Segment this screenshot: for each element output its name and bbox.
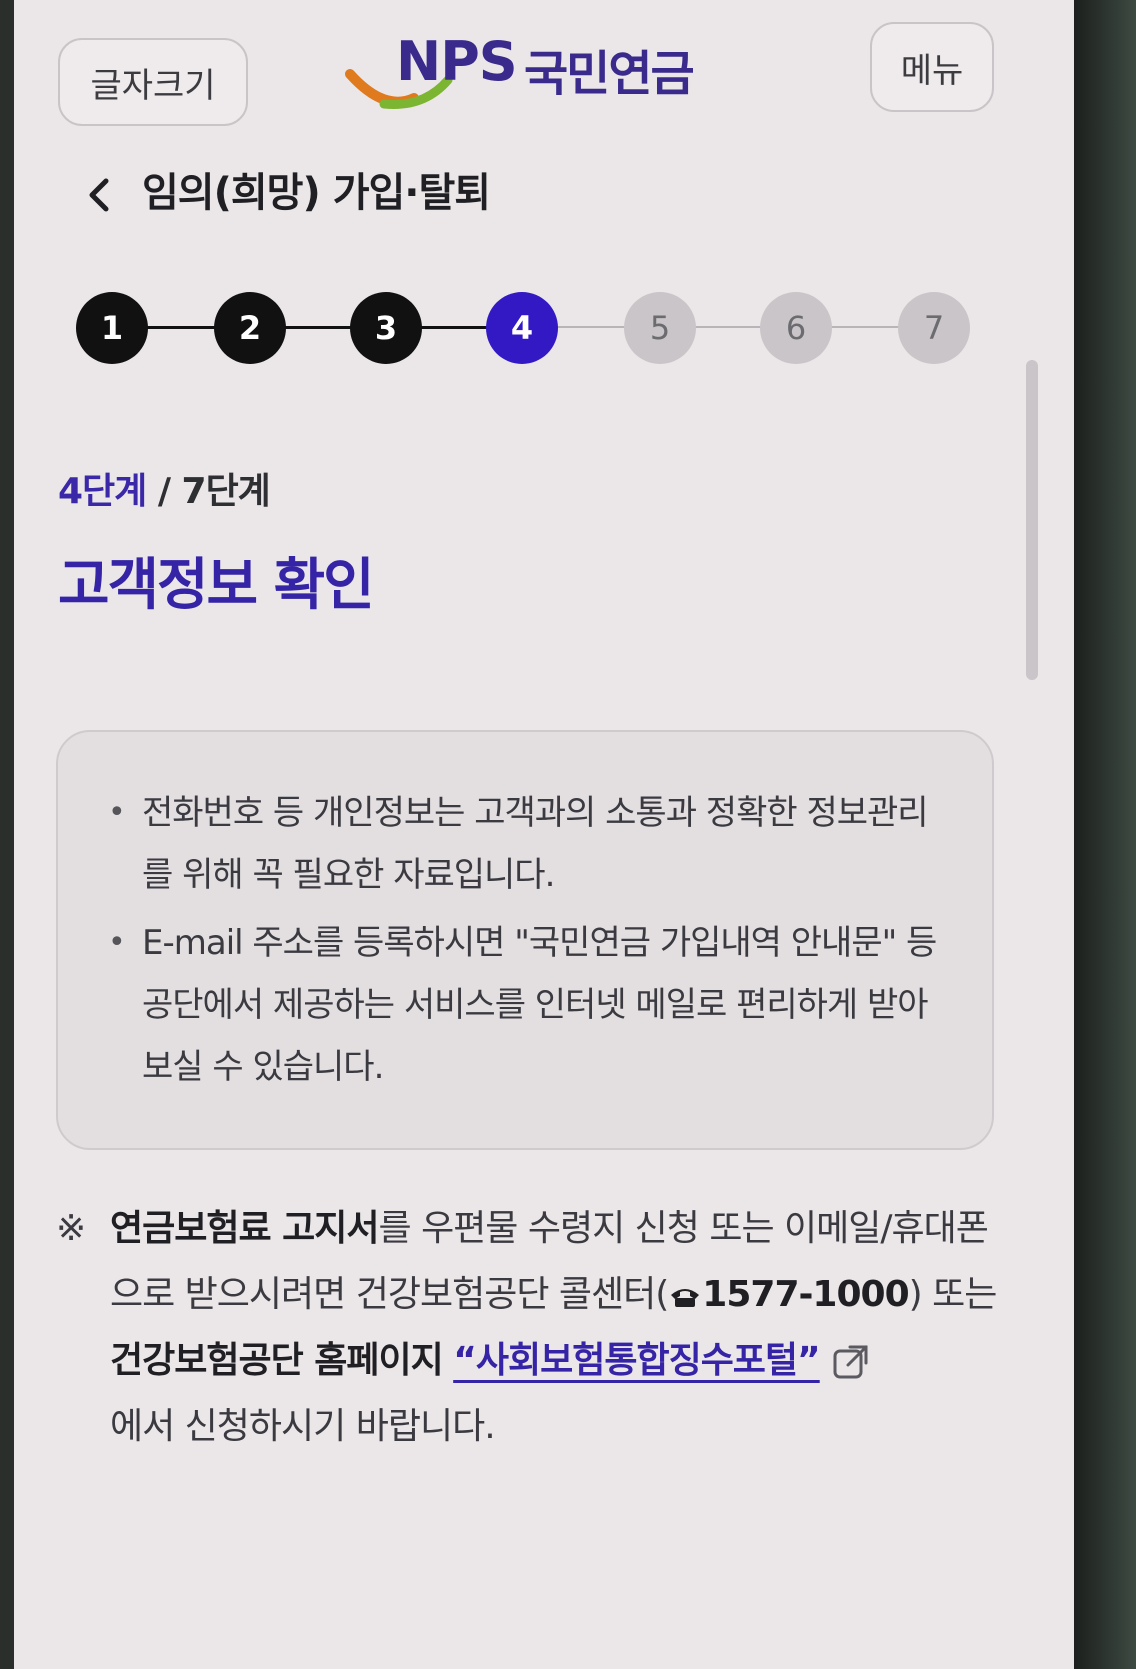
total-step-label: 7단계 (181, 471, 271, 512)
bullet-icon: • (108, 925, 126, 960)
step-connector-todo (522, 326, 952, 328)
step-7: 7 (898, 292, 970, 364)
phone-icon (671, 1289, 700, 1307)
step-5: 5 (624, 292, 696, 364)
info-item-text: 전화번호 등 개인정보는 고객과의 소통과 정확한 정보관리를 위해 꼭 필요한… (142, 793, 929, 895)
step-progress-label: 4단계 / 7단계 (58, 462, 271, 514)
step-2: 2 (214, 292, 286, 364)
step-6: 6 (760, 292, 832, 364)
notice-text-3: 에서 신청하시기 바랍니다. (110, 1406, 496, 1447)
page-title: 임의(희망) 가입·탈퇴 (142, 170, 491, 216)
logo-name: 국민연금 (524, 46, 695, 102)
call-center-phone[interactable]: 1577-1000 (702, 1274, 909, 1315)
step-connector-done (112, 326, 522, 329)
device-edge (1074, 0, 1136, 1669)
notice-text-2: ) 또는 (908, 1274, 998, 1315)
screen: 글자크기 NPS 국민연금 메뉴 임의(희망) 가입·탈퇴 1 2 3 4 5 … (14, 0, 1074, 1669)
notice-mark: ※ (56, 1208, 86, 1249)
font-size-button[interactable]: 글자크기 (58, 38, 248, 126)
notice-bold-homepage: 건강보험공단 홈페이지 (110, 1340, 444, 1381)
section-title: 고객정보 확인 (58, 553, 375, 618)
step-1: 1 (76, 292, 148, 364)
info-item-text: E-mail 주소를 등록하시면 "국민연금 가입내역 안내문" 등 공단에서 … (142, 923, 937, 1087)
back-button[interactable] (74, 160, 124, 230)
logo-brand: NPS (396, 30, 518, 93)
info-item: • 전화번호 등 개인정보는 고객과의 소통과 정확한 정보관리를 위해 꼭 필요… (108, 782, 952, 906)
info-item: • E-mail 주소를 등록하시면 "국민연금 가입내역 안내문" 등 공단에서… (108, 912, 952, 1098)
step-4: 4 (486, 292, 558, 364)
chevron-left-icon (89, 178, 109, 212)
external-link-icon[interactable] (832, 1343, 870, 1381)
nps-logo[interactable]: NPS 국민연금 (344, 30, 754, 120)
info-box: • 전화번호 등 개인정보는 고객과의 소통과 정확한 정보관리를 위해 꼭 필요… (56, 730, 994, 1150)
menu-button[interactable]: 메뉴 (870, 22, 994, 112)
bullet-icon: • (108, 795, 126, 830)
current-step-label: 4단계 (58, 471, 147, 512)
step-indicator: 1 2 3 4 5 6 7 (76, 280, 986, 380)
step-separator: / (146, 471, 182, 512)
notice: ※ 연금보험료 고지서를 우편물 수령지 신청 또는 이메일/휴대폰으로 받으시… (56, 1196, 1016, 1460)
step-3: 3 (350, 292, 422, 364)
notice-bold-title: 연금보험료 고지서 (110, 1208, 379, 1249)
portal-link[interactable]: “사회보험통합징수포털” (453, 1340, 821, 1381)
scrollbar[interactable] (1026, 360, 1038, 680)
